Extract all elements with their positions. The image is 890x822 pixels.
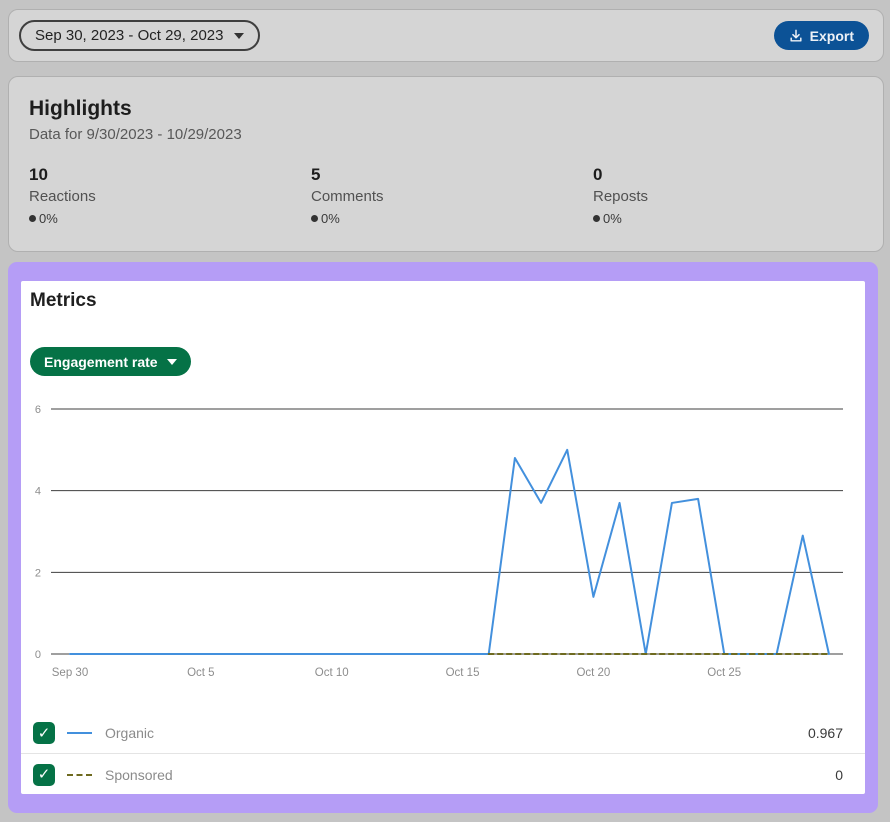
chevron-down-icon <box>234 33 244 39</box>
stat-value: 10 <box>29 165 311 185</box>
date-range-dropdown[interactable]: Sep 30, 2023 - Oct 29, 2023 <box>19 20 260 51</box>
svg-text:Sep 30: Sep 30 <box>52 667 88 679</box>
legend-row-sponsored: ✓ Sponsored 0 <box>21 753 865 795</box>
svg-text:4: 4 <box>35 486 41 498</box>
stat-label: Comments <box>311 188 593 205</box>
bullet-icon <box>311 215 318 222</box>
sponsored-line-sample-icon <box>67 774 92 776</box>
chevron-down-icon <box>167 359 177 365</box>
chart-legend: ✓ Organic 0.967 ✓ Sponsored 0 <box>21 713 865 795</box>
download-icon <box>789 29 803 43</box>
legend-row-organic: ✓ Organic 0.967 <box>21 713 865 753</box>
stat-value: 0 <box>593 165 875 185</box>
legend-label: Organic <box>105 725 154 741</box>
check-icon: ✓ <box>38 767 51 782</box>
svg-text:Oct 10: Oct 10 <box>315 667 349 679</box>
metrics-highlight-overlay: Metrics Engagement rate 0 2 4 6 Sep 30 Oct 5 O… <box>8 262 878 813</box>
stat-change: 0% <box>311 211 593 226</box>
svg-text:Oct 20: Oct 20 <box>576 667 610 679</box>
highlights-subtitle: Data for 9/30/2023 - 10/29/2023 <box>29 126 863 143</box>
svg-text:Oct 5: Oct 5 <box>187 667 214 679</box>
metrics-title: Metrics <box>30 290 97 312</box>
date-range-label: Sep 30, 2023 - Oct 29, 2023 <box>35 27 223 44</box>
organic-checkbox[interactable]: ✓ <box>33 722 55 744</box>
svg-text:2: 2 <box>35 567 41 579</box>
stat-value: 5 <box>311 165 593 185</box>
metric-selector-label: Engagement rate <box>44 354 158 370</box>
stat-reactions: 10 Reactions 0% <box>29 165 311 226</box>
legend-label: Sponsored <box>105 767 173 783</box>
export-label: Export <box>810 28 854 44</box>
highlights-stats: 10 Reactions 0% 5 Comments 0% 0 Reposts … <box>29 165 863 226</box>
legend-value: 0.967 <box>808 725 843 741</box>
metric-selector-dropdown[interactable]: Engagement rate <box>30 347 191 376</box>
stat-change: 0% <box>29 211 311 226</box>
svg-text:Oct 25: Oct 25 <box>707 667 741 679</box>
export-button[interactable]: Export <box>774 21 869 50</box>
metrics-card: Metrics Engagement rate 0 2 4 6 Sep 30 Oct 5 O… <box>21 281 865 794</box>
stat-label: Reactions <box>29 188 311 205</box>
stat-reposts: 0 Reposts 0% <box>593 165 875 226</box>
engagement-rate-chart: 0 2 4 6 Sep 30 Oct 5 Oct 10 Oct 15 Oct 20 Oct 25 <box>21 396 865 691</box>
stat-comments: 5 Comments 0% <box>311 165 593 226</box>
svg-text:6: 6 <box>35 404 41 416</box>
bullet-icon <box>593 215 600 222</box>
toolbar: Sep 30, 2023 - Oct 29, 2023 Export <box>8 9 884 62</box>
organic-line-sample-icon <box>67 732 92 734</box>
highlights-title: Highlights <box>29 97 863 121</box>
svg-text:Oct 15: Oct 15 <box>446 667 480 679</box>
sponsored-checkbox[interactable]: ✓ <box>33 764 55 786</box>
svg-text:0: 0 <box>35 649 41 661</box>
stat-label: Reposts <box>593 188 875 205</box>
highlights-card: Highlights Data for 9/30/2023 - 10/29/20… <box>8 76 884 252</box>
bullet-icon <box>29 215 36 222</box>
legend-value: 0 <box>835 767 843 783</box>
check-icon: ✓ <box>38 726 51 741</box>
stat-change: 0% <box>593 211 875 226</box>
